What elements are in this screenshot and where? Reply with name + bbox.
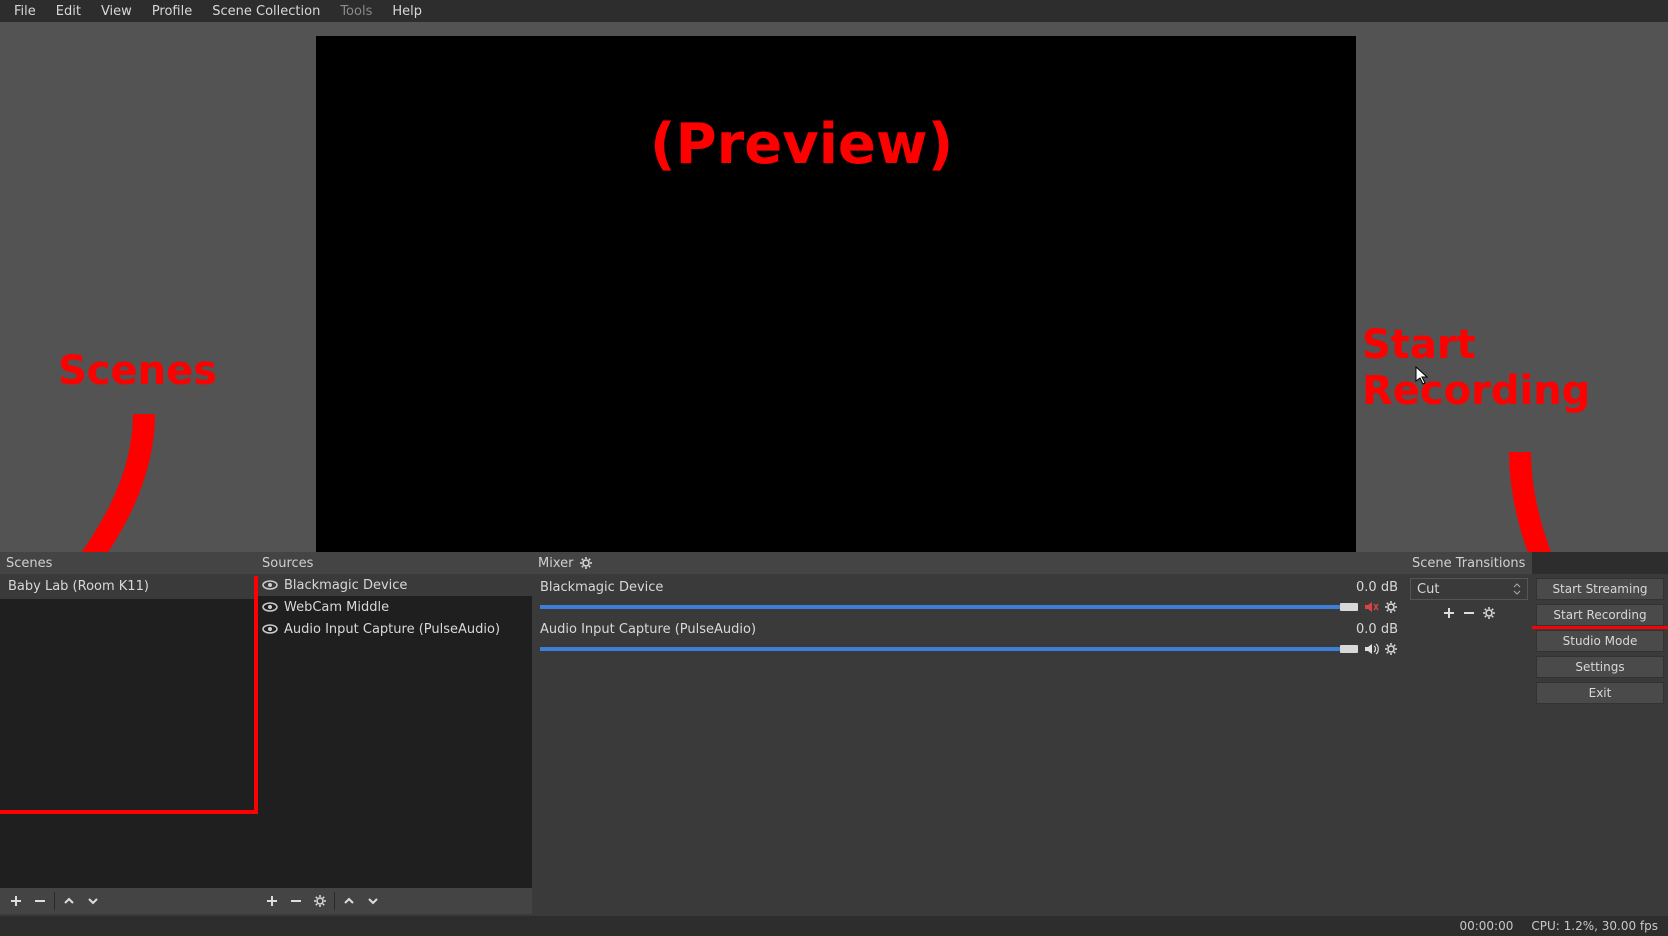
sources-toolbar [256,888,532,914]
start-streaming-button[interactable]: Start Streaming [1536,578,1664,600]
source-item[interactable]: Audio Input Capture (PulseAudio) [256,618,532,640]
main-area: (Preview) Scenes Start Recording [0,22,1668,552]
mixer-track-level: 0.0 dB [1356,622,1398,637]
scenes-panel: Scenes Baby Lab (Room K11) [0,552,256,914]
menu-file[interactable]: File [4,0,46,22]
transitions-panel: Scene Transitions Cut [1406,552,1532,914]
scenes-header: Scenes [0,552,256,574]
mixer-track: Blackmagic Device 0.0 dB [532,576,1406,618]
source-item-label: WebCam Middle [284,600,389,615]
annotation-scenes-label: Scenes [58,348,217,394]
move-source-down-button[interactable] [361,891,385,911]
spinner-icon [1513,583,1521,595]
sources-list[interactable]: Blackmagic Device WebCam Middle Audio In… [256,574,532,888]
remove-transition-button[interactable] [1462,606,1476,620]
source-item[interactable]: WebCam Middle [256,596,532,618]
menu-tools[interactable]: Tools [330,0,382,22]
add-transition-button[interactable] [1442,606,1456,620]
controls-spacer [1532,552,1668,574]
visibility-icon[interactable] [262,601,278,613]
menu-profile[interactable]: Profile [142,0,202,22]
add-scene-button[interactable] [4,891,28,911]
move-scene-up-button[interactable] [57,891,81,911]
transition-select[interactable]: Cut [1410,578,1528,600]
mixer-header: Mixer [532,552,1406,574]
source-item-label: Blackmagic Device [284,578,407,593]
status-bar: 00:00:00 CPU: 1.2%, 30.00 fps [0,916,1668,936]
move-source-up-button[interactable] [337,891,361,911]
annotation-start-recording-label: Start Recording [1362,322,1590,414]
studio-mode-button[interactable]: Studio Mode [1536,630,1664,652]
scenes-list[interactable]: Baby Lab (Room K11) [0,574,256,888]
settings-button[interactable]: Settings [1536,656,1664,678]
mixer-header-label: Mixer [538,556,573,571]
scenes-toolbar [0,888,256,914]
transitions-body: Cut [1406,574,1532,914]
menu-edit[interactable]: Edit [46,0,91,22]
exit-button[interactable]: Exit [1536,682,1664,704]
source-item[interactable]: Blackmagic Device [256,574,532,596]
menu-view[interactable]: View [91,0,142,22]
sources-panel: Sources Blackmagic Device WebCam Middle … [256,552,532,914]
source-item-label: Audio Input Capture (PulseAudio) [284,622,500,637]
visibility-icon[interactable] [262,579,278,591]
transition-select-value: Cut [1417,582,1439,597]
menu-scene-collection[interactable]: Scene Collection [202,0,330,22]
remove-scene-button[interactable] [28,891,52,911]
menu-bar: File Edit View Profile Scene Collection … [0,0,1668,22]
visibility-icon[interactable] [262,623,278,635]
sources-header: Sources [256,552,532,574]
mixer-track-name: Audio Input Capture (PulseAudio) [540,622,756,637]
bottom-dock: Scenes Baby Lab (Room K11) Sources Black… [0,552,1668,914]
mixer-panel: Mixer Blackmagic Device 0.0 dB [532,552,1406,914]
start-recording-button[interactable]: Start Recording [1536,604,1664,626]
gear-icon[interactable] [1384,642,1398,656]
controls-body: Start Streaming Start Recording Studio M… [1532,574,1668,914]
mixer-track-level: 0.0 dB [1356,580,1398,595]
speaker-icon[interactable] [1364,642,1380,656]
transitions-header: Scene Transitions [1406,552,1532,574]
volume-slider[interactable] [540,647,1358,651]
volume-slider[interactable] [540,605,1358,609]
remove-source-button[interactable] [284,891,308,911]
mixer-track-name: Blackmagic Device [540,580,663,595]
mixer-track: Audio Input Capture (PulseAudio) 0.0 dB [532,618,1406,660]
move-scene-down-button[interactable] [81,891,105,911]
gear-icon[interactable] [1384,600,1398,614]
status-time: 00:00:00 [1459,919,1513,933]
scene-item[interactable]: Baby Lab (Room K11) [0,574,256,599]
controls-panel: Start Streaming Start Recording Studio M… [1532,552,1668,914]
gear-icon[interactable] [579,556,593,570]
status-cpu: CPU: 1.2%, 30.00 fps [1531,919,1658,933]
source-properties-button[interactable] [308,891,332,911]
mute-icon[interactable] [1364,600,1380,614]
annotation-preview-label: (Preview) [650,112,953,177]
menu-help[interactable]: Help [382,0,432,22]
transition-properties-button[interactable] [1482,606,1496,620]
mixer-body: Blackmagic Device 0.0 dB Audio Input Cap… [532,574,1406,914]
add-source-button[interactable] [260,891,284,911]
